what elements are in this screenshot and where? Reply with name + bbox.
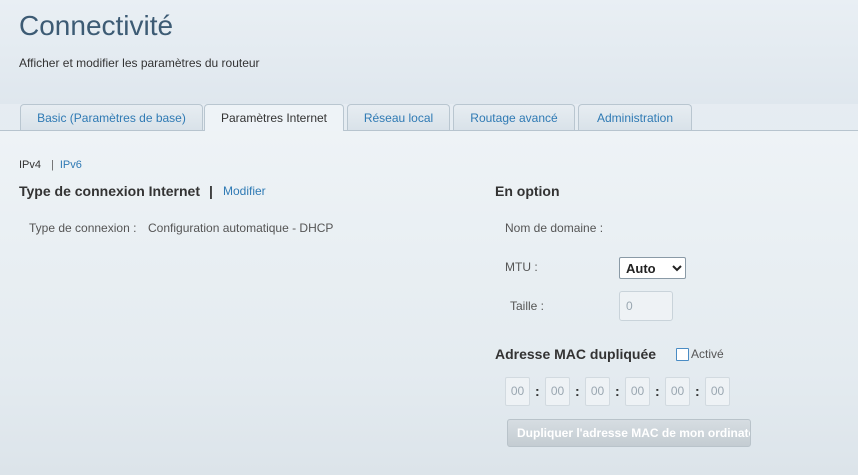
mac-octet-6[interactable]: 00: [705, 377, 730, 406]
mtu-label: MTU :: [505, 260, 538, 274]
size-label: Taille :: [510, 299, 545, 313]
domain-name-label: Nom de domaine :: [505, 221, 604, 235]
connection-type-title: Type de connexion Internet: [19, 183, 200, 199]
mac-colon: :: [695, 383, 700, 399]
mac-clone-enabled-checkbox[interactable]: [676, 348, 689, 361]
tab-advanced-routing[interactable]: Routage avancé: [453, 104, 575, 130]
page-subtitle: Afficher et modifier les paramètres du r…: [19, 56, 260, 70]
mac-octet-1[interactable]: 00: [505, 377, 530, 406]
modify-link[interactable]: Modifier: [223, 184, 266, 198]
mtu-select[interactable]: Auto: [619, 257, 686, 279]
connection-type-label: Type de connexion :: [29, 221, 137, 235]
mac-colon: :: [655, 383, 660, 399]
tab-bar: Basic (Paramètres de base) Paramètres In…: [0, 104, 858, 131]
mac-octet-5[interactable]: 00: [665, 377, 690, 406]
mac-octet-3[interactable]: 00: [585, 377, 610, 406]
mac-clone-title: Adresse MAC dupliquée: [495, 346, 657, 362]
ip-nav-separator: |: [51, 159, 54, 171]
mac-colon: :: [615, 383, 620, 399]
clone-mac-button[interactable]: Dupliquer l'adresse MAC de mon ordinateu…: [507, 419, 751, 447]
mac-colon: :: [535, 383, 540, 399]
tab-basic[interactable]: Basic (Paramètres de base): [20, 104, 203, 130]
tab-administration[interactable]: Administration: [578, 104, 692, 130]
tab-internet-settings[interactable]: Paramètres Internet: [204, 104, 344, 131]
tab-local-network[interactable]: Réseau local: [347, 104, 450, 130]
mac-clone-enabled-label: Activé: [691, 347, 724, 361]
optional-title: En option: [495, 183, 560, 199]
ipv4-link[interactable]: IPv4: [19, 159, 41, 171]
page-header: Connectivité Afficher et modifier les pa…: [0, 0, 858, 104]
mac-octet-2[interactable]: 00: [545, 377, 570, 406]
mac-colon: :: [575, 383, 580, 399]
size-input[interactable]: 0: [619, 291, 673, 321]
connection-title-separator: |: [209, 183, 213, 199]
mac-octet-4[interactable]: 00: [625, 377, 650, 406]
ipv6-link[interactable]: IPv6: [60, 159, 82, 171]
connection-type-value: Configuration automatique - DHCP: [148, 221, 334, 235]
ip-version-nav: IPv4 | IPv6: [19, 159, 82, 171]
page-title: Connectivité: [19, 10, 174, 41]
